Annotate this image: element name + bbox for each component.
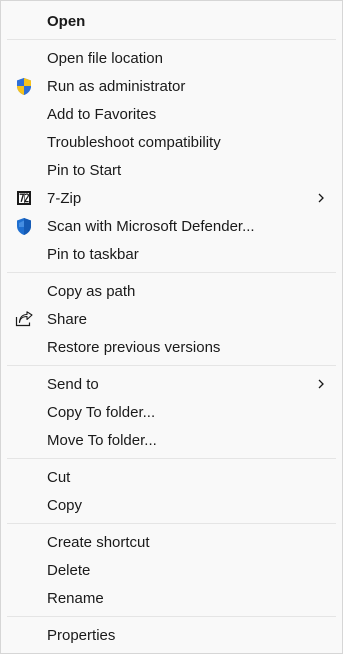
- menu-group-properties: Properties: [1, 621, 342, 649]
- menu-separator: [7, 365, 336, 366]
- menu-item-copy[interactable]: Copy: [1, 491, 342, 519]
- menu-item-pin-to-start[interactable]: Pin to Start: [1, 156, 342, 184]
- menu-item-open[interactable]: Open: [1, 7, 342, 35]
- menu-item-run-as-administrator[interactable]: Run as administrator: [1, 72, 342, 100]
- menu-item-cut[interactable]: Cut: [1, 463, 342, 491]
- chevron-right-icon: [316, 193, 326, 203]
- menu-item-label: Delete: [47, 561, 91, 579]
- menu-separator: [7, 458, 336, 459]
- menu-item-label: Run as administrator: [47, 77, 186, 95]
- menu-separator: [7, 523, 336, 524]
- defender-shield-icon: [14, 216, 34, 236]
- menu-group-send-copy-move: Send to Copy To folder... Move To folder…: [1, 370, 342, 454]
- menu-item-label: Restore previous versions: [47, 338, 221, 356]
- menu-item-label: Send to: [47, 375, 99, 393]
- menu-item-label: Add to Favorites: [47, 105, 157, 123]
- menu-item-label: Copy: [47, 496, 83, 514]
- menu-item-label: Scan with Microsoft Defender...: [47, 217, 255, 235]
- menu-item-label: Copy To folder...: [47, 403, 156, 421]
- menu-item-restore-previous-versions[interactable]: Restore previous versions: [1, 333, 342, 361]
- menu-item-label: Rename: [47, 589, 104, 607]
- uac-shield-icon: [14, 76, 34, 96]
- menu-item-label: Pin to Start: [47, 161, 122, 179]
- menu-item-troubleshoot-compatibility[interactable]: Troubleshoot compatibility: [1, 128, 342, 156]
- menu-item-label: Create shortcut: [47, 533, 150, 551]
- menu-item-label: Pin to taskbar: [47, 245, 139, 263]
- menu-item-share[interactable]: Share: [1, 305, 342, 333]
- menu-item-label: Move To folder...: [47, 431, 157, 449]
- menu-item-label: Troubleshoot compatibility: [47, 133, 221, 151]
- menu-item-add-to-favorites[interactable]: Add to Favorites: [1, 100, 342, 128]
- menu-item-send-to[interactable]: Send to: [1, 370, 342, 398]
- menu-item-scan-with-defender[interactable]: Scan with Microsoft Defender...: [1, 212, 342, 240]
- menu-separator: [7, 39, 336, 40]
- menu-separator: [7, 616, 336, 617]
- menu-group-main: Open file location Run as administrator …: [1, 44, 342, 268]
- menu-item-create-shortcut[interactable]: Create shortcut: [1, 528, 342, 556]
- menu-group-file-ops: Create shortcut Delete Rename: [1, 528, 342, 612]
- menu-item-7zip[interactable]: 7-Zip: [1, 184, 342, 212]
- menu-item-label: Open: [47, 12, 86, 30]
- chevron-right-icon: [316, 379, 326, 389]
- menu-item-delete[interactable]: Delete: [1, 556, 342, 584]
- menu-item-rename[interactable]: Rename: [1, 584, 342, 612]
- 7zip-icon: [14, 188, 34, 208]
- menu-item-label: 7-Zip: [47, 189, 82, 207]
- menu-item-properties[interactable]: Properties: [1, 621, 342, 649]
- menu-separator: [7, 272, 336, 273]
- context-menu: Open Open file location Run as administr…: [0, 0, 343, 654]
- menu-item-label: Share: [47, 310, 88, 328]
- menu-item-label: Copy as path: [47, 282, 136, 300]
- menu-item-label: Open file location: [47, 49, 163, 67]
- menu-group-clipboard: Cut Copy: [1, 463, 342, 519]
- menu-item-copy-as-path[interactable]: Copy as path: [1, 277, 342, 305]
- menu-group-path-share: Copy as path Share Restore previous vers…: [1, 277, 342, 361]
- menu-item-label: Properties: [47, 626, 116, 644]
- menu-item-copy-to-folder[interactable]: Copy To folder...: [1, 398, 342, 426]
- menu-item-label: Cut: [47, 468, 71, 486]
- menu-item-move-to-folder[interactable]: Move To folder...: [1, 426, 342, 454]
- share-icon: [14, 309, 34, 329]
- menu-item-pin-to-taskbar[interactable]: Pin to taskbar: [1, 240, 342, 268]
- menu-item-open-file-location[interactable]: Open file location: [1, 44, 342, 72]
- menu-group-open: Open: [1, 7, 342, 35]
